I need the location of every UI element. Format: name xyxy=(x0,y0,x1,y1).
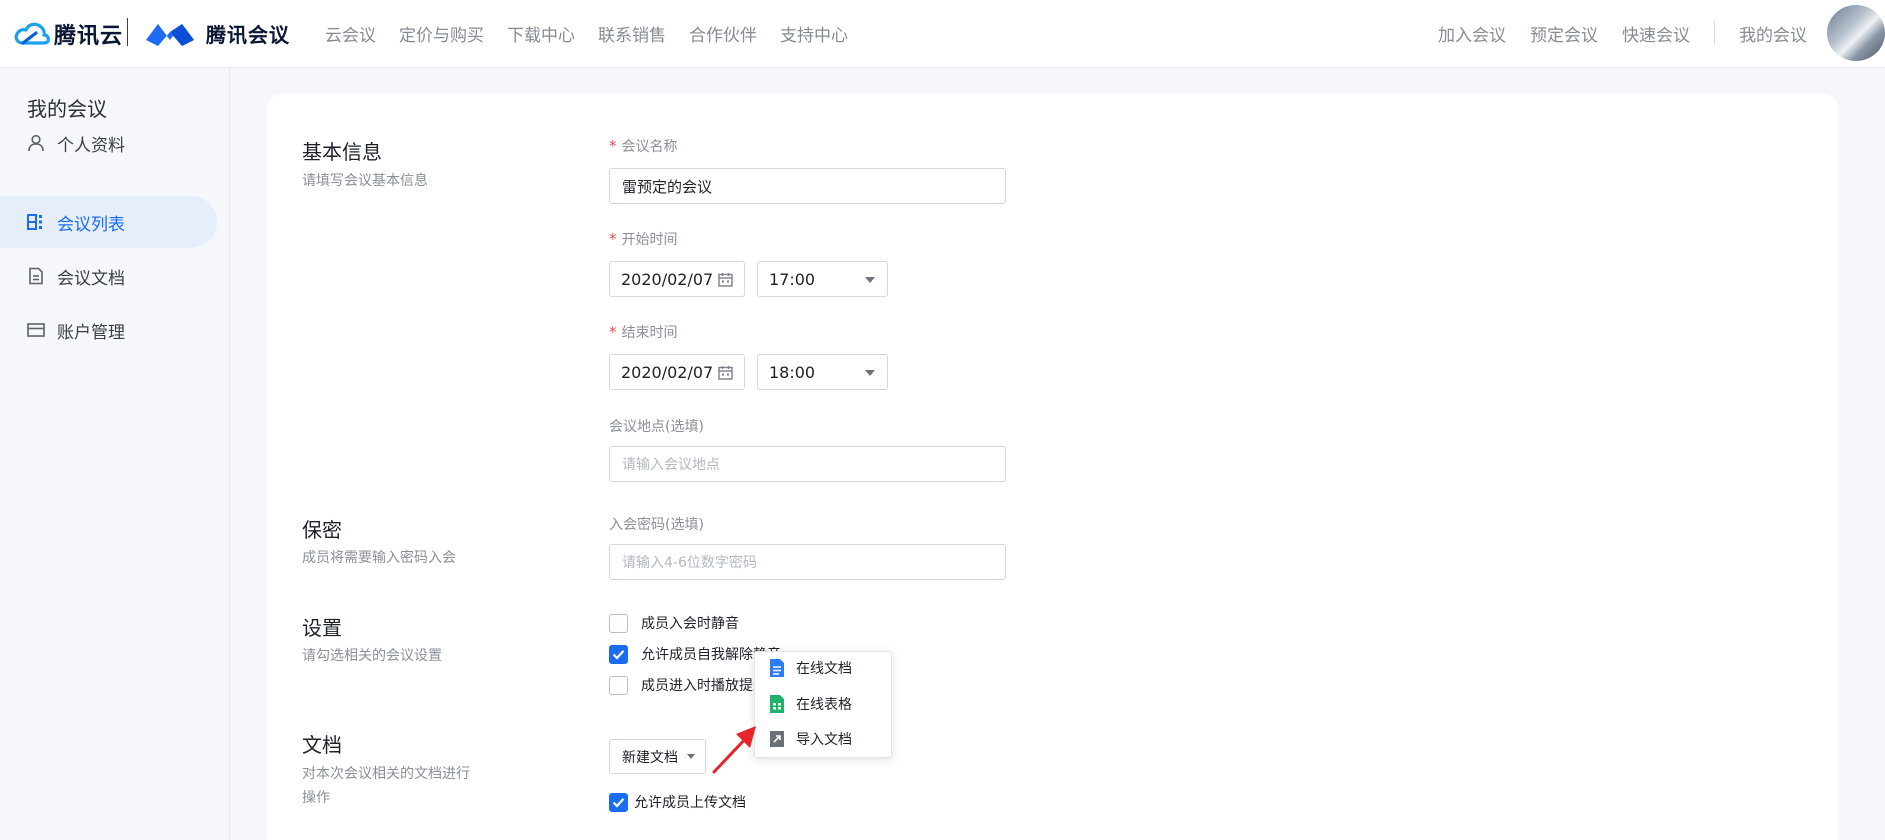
nav-schedule-meeting[interactable]: 预定会议 xyxy=(1530,21,1598,46)
checkbox-label: 允许成员上传文档 xyxy=(634,795,746,811)
user-nav: 加入会议 预定会议 快速会议 我的会议 xyxy=(1414,0,1807,66)
menu-item-label: 导入文档 xyxy=(796,732,852,748)
logo-divider xyxy=(127,18,128,46)
password-input[interactable]: 请输入4-6位数字密码 xyxy=(609,544,1006,580)
user-icon xyxy=(27,134,45,152)
chevron-down-icon xyxy=(865,370,875,376)
nav-quick-meeting[interactable]: 快速会议 xyxy=(1622,21,1690,46)
nav-join-meeting[interactable]: 加入会议 xyxy=(1438,21,1506,46)
start-time-label: * 开始时间 xyxy=(609,230,678,248)
section-title-security: 保密 xyxy=(302,518,342,542)
sidebar-item-label: 会议文档 xyxy=(57,268,125,289)
calendar-icon xyxy=(718,273,733,287)
document-icon xyxy=(27,267,45,285)
section-desc-docs: 对本次会议相关的文档进行操作 xyxy=(302,766,470,806)
section-desc-settings: 请勾选相关的会议设置 xyxy=(302,648,442,664)
tencent-meeting-logo[interactable]: 腾讯会议 xyxy=(144,17,290,49)
calendar-icon xyxy=(718,366,733,380)
start-time-select[interactable]: 17:00 xyxy=(757,261,888,297)
nav-my-meetings[interactable]: 我的会议 xyxy=(1739,21,1807,46)
checkbox-checked[interactable] xyxy=(609,792,628,812)
checkbox[interactable] xyxy=(609,675,628,695)
meeting-name-input[interactable]: 雷预定的会议 xyxy=(609,168,1006,204)
avatar[interactable] xyxy=(1827,5,1885,61)
online-sheet-icon xyxy=(769,694,785,714)
tencent-meeting-text: 腾讯会议 xyxy=(206,22,290,47)
new-document-label: 新建文档 xyxy=(622,749,678,766)
nav-support[interactable]: 支持中心 xyxy=(780,21,848,46)
main-nav: 云会议 定价与购买 下载中心 联系销售 合作伙伴 支持中心 xyxy=(325,0,871,66)
tencent-cloud-logo[interactable]: 腾讯云 xyxy=(14,18,123,50)
nav-divider xyxy=(1714,21,1715,45)
allow-upload-docs[interactable]: 允许成员上传文档 xyxy=(609,792,746,812)
sidebar-item-documents[interactable]: 会议文档 xyxy=(0,250,217,302)
sidebar-item-label: 会议列表 xyxy=(57,214,125,235)
section-desc-security: 成员将需要输入密码入会 xyxy=(302,550,456,566)
nav-download[interactable]: 下载中心 xyxy=(507,21,575,46)
menu-item-label: 在线表格 xyxy=(796,697,852,713)
end-time-select[interactable]: 18:00 xyxy=(757,354,888,390)
import-doc-icon xyxy=(769,729,785,749)
checkbox-label: 成员入会时静音 xyxy=(641,616,739,632)
menu-item-online-doc[interactable]: 在线文档 xyxy=(769,657,852,679)
checkbox-checked[interactable] xyxy=(609,644,628,664)
end-date-value: 2020/02/07 xyxy=(621,362,714,382)
end-date-picker[interactable]: 2020/02/07 xyxy=(609,354,745,390)
menu-item-label: 在线文档 xyxy=(796,661,852,677)
meeting-logo-icon xyxy=(146,24,194,46)
setting-mute-on-join[interactable]: 成员入会时静音 xyxy=(609,613,739,633)
nav-partners[interactable]: 合作伙伴 xyxy=(689,21,757,46)
cloud-logo-icon xyxy=(14,22,50,45)
sidebar-item-label: 个人资料 xyxy=(57,135,125,156)
start-time-value: 17:00 xyxy=(769,269,816,289)
chevron-down-icon xyxy=(687,754,695,759)
menu-item-import-doc[interactable]: 导入文档 xyxy=(769,728,852,750)
nav-contact-sales[interactable]: 联系销售 xyxy=(598,21,666,46)
top-navbar: 腾讯云 腾讯会议 云会议 定价与购买 下载中心 联系销售 合作伙伴 支持中心 加… xyxy=(0,0,1885,68)
section-title-docs: 文档 xyxy=(302,733,342,757)
start-date-picker[interactable]: 2020/02/07 xyxy=(609,261,745,297)
start-date-value: 2020/02/07 xyxy=(621,269,714,289)
menu-item-online-sheet[interactable]: 在线表格 xyxy=(769,693,852,715)
end-time-label: * 结束时间 xyxy=(609,323,678,341)
sidebar-item-account[interactable]: 账户管理 xyxy=(0,304,217,356)
new-document-menu: 在线文档 在线表格 导入文档 xyxy=(754,651,892,758)
location-label: 会议地点(选填) xyxy=(609,419,704,435)
check-icon xyxy=(612,797,625,808)
card-icon xyxy=(27,321,45,339)
end-time-value: 18:00 xyxy=(769,362,816,382)
sidebar-item-meeting-list[interactable]: 会议列表 xyxy=(0,196,217,248)
red-arrow-annotation xyxy=(712,726,756,774)
sidebar-item-label: 账户管理 xyxy=(57,322,125,343)
tencent-cloud-text: 腾讯云 xyxy=(54,24,124,49)
sidebar: 我的会议 个人资料 会议列表 会议文档 账户管理 xyxy=(0,68,230,840)
online-doc-icon xyxy=(769,658,785,678)
meeting-name-label: * 会议名称 xyxy=(609,137,678,155)
nav-pricing[interactable]: 定价与购买 xyxy=(399,21,484,46)
section-desc-basic: 请填写会议基本信息 xyxy=(302,173,428,189)
sidebar-item-profile[interactable]: 个人资料 xyxy=(0,117,217,169)
section-title-basic: 基本信息 xyxy=(302,140,382,164)
section-title-settings: 设置 xyxy=(302,616,342,640)
location-input[interactable]: 请输入会议地点 xyxy=(609,446,1006,482)
check-icon xyxy=(612,649,625,660)
list-icon xyxy=(27,213,45,231)
new-document-dropdown[interactable]: 新建文档 xyxy=(609,739,706,774)
password-label: 入会密码(选填) xyxy=(609,517,704,533)
meeting-form-card: 基本信息 请填写会议基本信息 * 会议名称 雷预定的会议 * 开始时间 2020/0… xyxy=(267,94,1838,840)
chevron-down-icon xyxy=(865,277,875,283)
nav-cloud-meeting[interactable]: 云会议 xyxy=(325,21,376,46)
checkbox[interactable] xyxy=(609,613,628,633)
